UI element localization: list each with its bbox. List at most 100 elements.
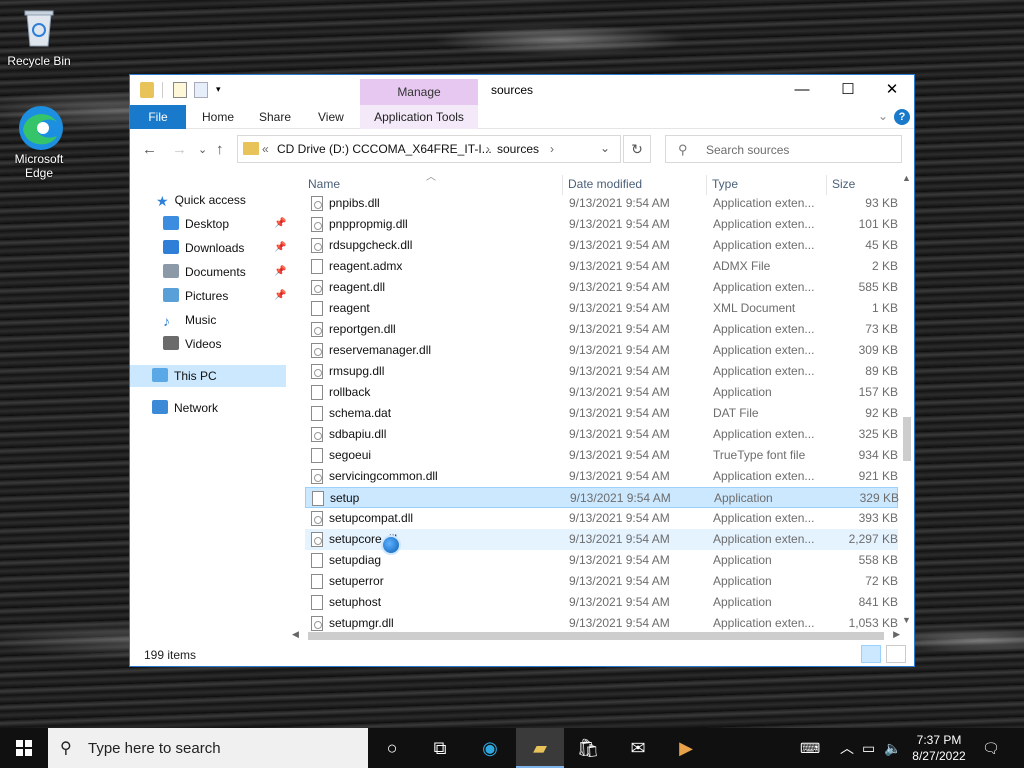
volume-icon[interactable]: 🔈 xyxy=(884,728,901,768)
new-folder-icon[interactable] xyxy=(194,82,208,98)
file-row[interactable]: setuphost 9/13/2021 9:54 AM Application 841… xyxy=(305,592,898,613)
breadcrumb-sources[interactable]: sources xyxy=(497,142,539,156)
file-name: rdsupgcheck.dll xyxy=(329,238,413,252)
up-arrow-icon[interactable]: ↑ xyxy=(216,141,224,158)
breadcrumb-overflow[interactable]: « xyxy=(262,142,269,156)
column-divider[interactable] xyxy=(562,175,563,195)
forward-arrow-icon[interactable]: → xyxy=(172,141,187,158)
tab-home[interactable]: Home xyxy=(192,105,244,129)
file-row[interactable]: reagent.admx 9/13/2021 9:54 AM ADMX File 2 … xyxy=(305,256,898,277)
customize-toolbar-icon[interactable]: ▾ xyxy=(216,84,221,100)
file-row[interactable]: schema.dat 9/13/2021 9:54 AM DAT File 92 KB xyxy=(305,403,898,424)
file-row[interactable]: setup 9/13/2021 9:54 AM Application 329 KB xyxy=(305,487,899,508)
breadcrumb-cd-drive[interactable]: CD Drive (D:) CCCOMA_X64FRE_IT-I... xyxy=(277,142,492,156)
file-row[interactable]: setuperror 9/13/2021 9:54 AM Application 72… xyxy=(305,571,898,592)
maximize-button[interactable]: ☐ xyxy=(825,75,871,105)
scrollbar-thumb[interactable] xyxy=(308,632,884,640)
column-divider[interactable] xyxy=(826,175,827,195)
network-status-icon[interactable]: ▭ xyxy=(862,728,875,768)
search-box[interactable]: ⚲ Search sources xyxy=(665,135,902,163)
media-player-icon[interactable]: ▶ xyxy=(662,728,710,768)
tab-share[interactable]: Share xyxy=(249,105,301,129)
file-row[interactable]: segoeui 9/13/2021 9:54 AM TrueType font fi… xyxy=(305,445,898,466)
pin-icon[interactable]: 📌 xyxy=(274,266,286,277)
taskbar: ⚲ Type here to search ○ ⧉ ◉ ▰ 🛍 ✉ ▶ ⌨ ︿ … xyxy=(0,728,1024,768)
close-button[interactable]: ✕ xyxy=(869,75,915,105)
file-row[interactable]: reportgen.dll 9/13/2021 9:54 AM Applicatio… xyxy=(305,319,898,340)
pin-icon[interactable]: 📌 xyxy=(274,242,286,253)
minimize-button[interactable]: — xyxy=(779,75,825,105)
nav-this-pc[interactable]: This PC xyxy=(130,365,286,387)
edge-taskbar-icon[interactable]: ◉ xyxy=(466,728,514,768)
tab-manage[interactable]: Manage xyxy=(360,79,478,105)
store-icon[interactable]: 🛍 xyxy=(564,728,612,768)
file-row[interactable]: reagent.dll 9/13/2021 9:54 AM Application … xyxy=(305,277,898,298)
file-name: reagent xyxy=(329,301,370,315)
file-row[interactable]: rollback 9/13/2021 9:54 AM Application 157 … xyxy=(305,382,898,403)
breadcrumb-separator[interactable]: › xyxy=(550,142,554,156)
file-name: setup xyxy=(330,491,360,505)
nav-documents[interactable]: Documents xyxy=(163,261,246,283)
taskbar-search[interactable]: ⚲ Type here to search xyxy=(48,728,368,768)
file-row[interactable]: servicingcommon.dll 9/13/2021 9:54 AM Appl… xyxy=(305,466,898,487)
file-row[interactable]: rmsupg.dll 9/13/2021 9:54 AM Application e… xyxy=(305,361,898,382)
file-date: 9/13/2021 9:54 AM xyxy=(569,511,670,525)
nav-quick-access[interactable]: ★ Quick access xyxy=(156,189,246,211)
tab-view[interactable]: View xyxy=(308,105,354,129)
cortana-icon[interactable]: ○ xyxy=(368,728,416,768)
column-header-size[interactable]: Size xyxy=(832,177,855,191)
tab-file[interactable]: File xyxy=(130,105,186,129)
file-row[interactable]: reservemanager.dll 9/13/2021 9:54 AM Appli… xyxy=(305,340,898,361)
recent-locations-icon[interactable]: ⌄ xyxy=(198,143,207,156)
back-arrow-icon[interactable]: ← xyxy=(142,141,157,158)
large-icons-view-icon[interactable] xyxy=(886,645,906,663)
file-row[interactable]: reagent 9/13/2021 9:54 AM XML Document 1 KB xyxy=(305,298,898,319)
start-button[interactable] xyxy=(0,728,48,768)
desktop-icon-edge[interactable]: Microsoft Edge xyxy=(1,104,77,180)
expand-ribbon-icon[interactable]: ⌄ xyxy=(878,109,888,123)
scroll-left-icon[interactable]: ◀ xyxy=(292,629,299,640)
nav-videos[interactable]: Videos xyxy=(163,333,221,355)
file-size: 585 KB xyxy=(858,280,898,294)
nav-music[interactable]: ♪ Music xyxy=(163,309,216,331)
horizontal-scrollbar[interactable]: ◀ ▶ xyxy=(292,629,900,643)
desktop-icon-recycle-bin[interactable]: Recycle Bin xyxy=(1,6,77,68)
breadcrumb-separator[interactable]: › xyxy=(486,142,490,156)
pin-icon[interactable]: 📌 xyxy=(274,218,286,229)
details-view-icon[interactable] xyxy=(860,645,881,663)
help-icon[interactable]: ? xyxy=(894,109,910,125)
file-row[interactable]: pnpibs.dll 9/13/2021 9:54 AM Application e… xyxy=(305,193,898,214)
nav-pictures[interactable]: Pictures xyxy=(163,285,228,307)
file-row[interactable]: setupcompat.dll 9/13/2021 9:54 AM Applicat… xyxy=(305,508,898,529)
file-row[interactable]: rdsupgcheck.dll 9/13/2021 9:54 AM Applicat… xyxy=(305,235,898,256)
file-explorer-taskbar-icon[interactable]: ▰ xyxy=(516,728,564,768)
properties-icon[interactable] xyxy=(173,82,187,98)
column-header-type[interactable]: Type xyxy=(712,177,738,191)
file-row[interactable]: pnppropmig.dll 9/13/2021 9:54 AM Applicati… xyxy=(305,214,898,235)
show-hidden-icons-icon[interactable]: ︿ xyxy=(840,728,854,768)
nav-downloads[interactable]: Downloads xyxy=(163,237,244,259)
scrollbar-thumb[interactable] xyxy=(903,417,911,461)
column-header-date[interactable]: Date modified xyxy=(568,177,642,191)
mail-icon[interactable]: ✉ xyxy=(614,728,662,768)
pin-icon[interactable]: 📌 xyxy=(274,290,286,301)
refresh-button[interactable]: ↻ xyxy=(623,135,651,163)
notifications-icon[interactable]: 🗨 xyxy=(982,728,1000,768)
nav-desktop[interactable]: Desktop xyxy=(163,213,229,235)
column-divider[interactable] xyxy=(706,175,707,195)
task-view-icon[interactable]: ⧉ xyxy=(416,728,464,768)
nav-network[interactable]: Network xyxy=(152,397,218,419)
nav-label: Pictures xyxy=(185,289,229,303)
scroll-down-icon[interactable]: ▼ xyxy=(902,615,911,625)
scroll-up-icon[interactable]: ▲ xyxy=(902,173,911,183)
file-row[interactable]: sdbapiu.dll 9/13/2021 9:54 AM Application … xyxy=(305,424,898,445)
tab-application-tools[interactable]: Application Tools xyxy=(360,105,478,129)
system-clock[interactable]: 7:37 PM 8/27/2022 xyxy=(903,732,975,764)
keyboard-icon[interactable]: ⌨ xyxy=(800,728,820,768)
address-bar[interactable]: « CD Drive (D:) CCCOMA_X64FRE_IT-I... › … xyxy=(237,135,621,163)
address-dropdown-icon[interactable]: ⌄ xyxy=(600,141,610,155)
file-type: Application exten... xyxy=(713,280,815,294)
column-header-name[interactable]: Name xyxy=(308,177,340,191)
vertical-scrollbar[interactable]: ▲ ▼ xyxy=(900,173,914,625)
scroll-right-icon[interactable]: ▶ xyxy=(893,629,900,640)
